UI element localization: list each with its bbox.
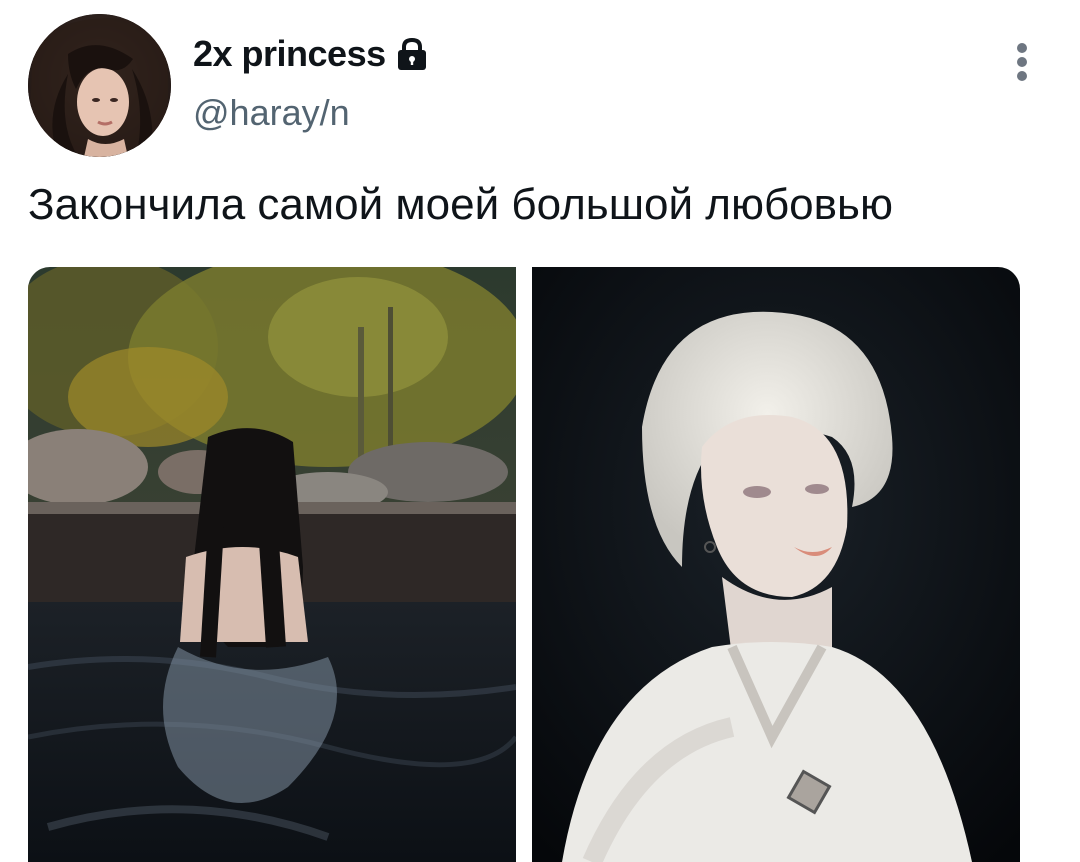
media-photo-portrait-painting[interactable] (532, 267, 1020, 862)
avatar-image (28, 14, 171, 157)
author-handle[interactable]: @haray/n (193, 92, 350, 134)
media-grid (28, 267, 1020, 862)
tweet-text: Закончила самой моей большой любовью (28, 180, 893, 229)
lock-icon (394, 36, 430, 72)
avatar[interactable] (28, 14, 171, 157)
more-options-button[interactable] (1004, 38, 1040, 86)
display-name[interactable]: 2x princess (193, 33, 386, 75)
media-photo-hot-spring[interactable] (28, 267, 516, 862)
more-vertical-icon (1017, 43, 1027, 81)
author-name-row: 2x princess (193, 33, 430, 75)
